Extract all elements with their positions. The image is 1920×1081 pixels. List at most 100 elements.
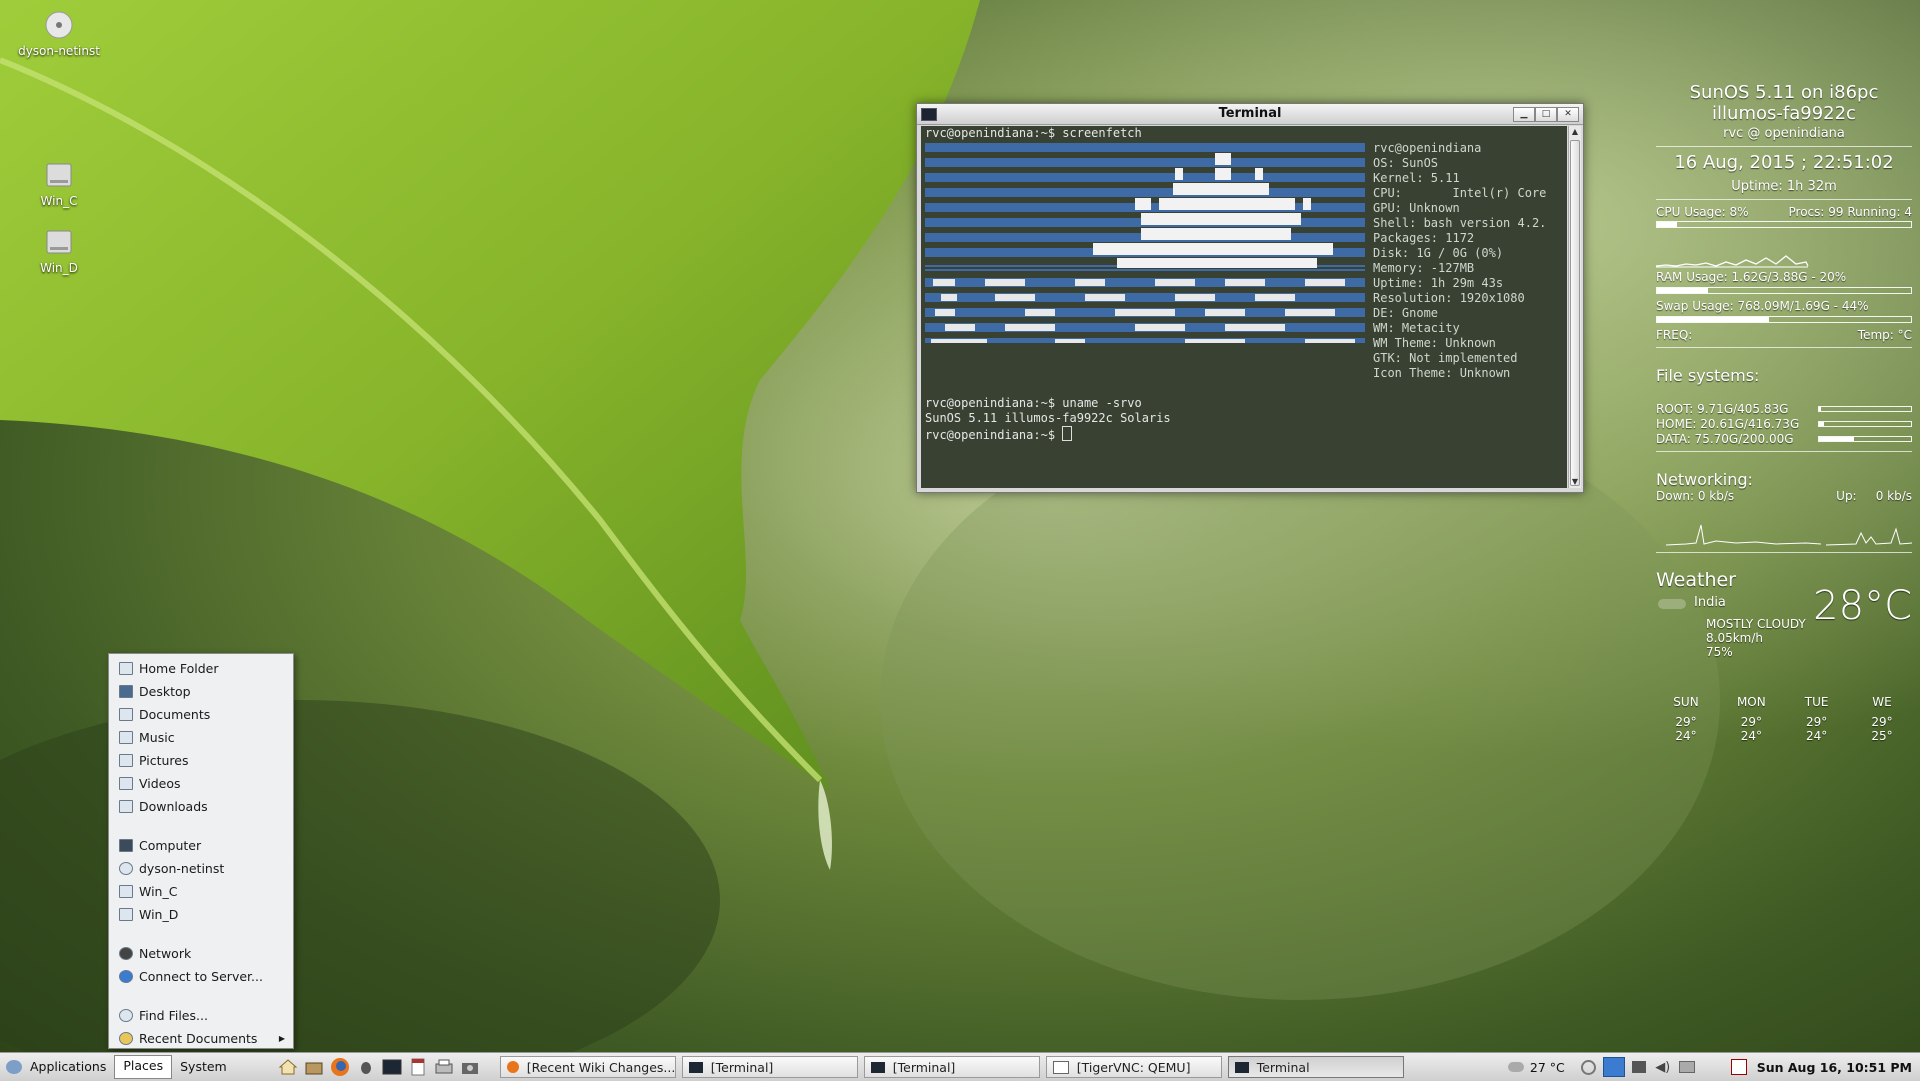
- tray-vnc-icon[interactable]: [1629, 1058, 1649, 1076]
- divider: [1656, 146, 1912, 147]
- terminal-launcher[interactable]: [379, 1056, 405, 1078]
- screenshot-launcher[interactable]: [457, 1056, 483, 1078]
- task-terminal-active[interactable]: Terminal: [1227, 1056, 1404, 1078]
- places-desktop[interactable]: Desktop: [113, 681, 289, 701]
- drive-icon: [46, 163, 72, 187]
- terminal-line: rvc@openindiana:~$ screenfetch: [925, 126, 1142, 140]
- scroll-down-icon[interactable]: ▼: [1569, 476, 1581, 488]
- forecast-low: 25°: [1871, 729, 1893, 743]
- task-tigervnc-qemu[interactable]: [TigerVNC: QEMU]: [1045, 1056, 1222, 1078]
- tray-network-icon[interactable]: [1602, 1057, 1625, 1077]
- folder-icon: [119, 799, 133, 813]
- fs-label: ROOT: 9.71G/405.83G: [1656, 401, 1789, 416]
- places-menu-button[interactable]: Places: [114, 1055, 173, 1079]
- menu-item-label: Find Files...: [139, 1007, 208, 1023]
- tray-search-icon[interactable]: [1579, 1058, 1599, 1076]
- package-launcher[interactable]: [301, 1056, 327, 1078]
- fs-bar-fill: [1819, 436, 1854, 441]
- places-music[interactable]: Music: [113, 727, 289, 747]
- system-menu[interactable]: System: [172, 1056, 235, 1078]
- tray-calendar-icon[interactable]: [1729, 1058, 1749, 1076]
- firefox-icon: [330, 1058, 349, 1076]
- places-recent-documents[interactable]: Recent Documents ▶: [113, 1028, 289, 1048]
- cd-icon: [119, 861, 133, 875]
- places-network[interactable]: Network: [113, 943, 289, 963]
- terminal-titlebar[interactable]: Terminal ▁ □ ✕: [917, 104, 1583, 125]
- task-label: [Terminal]: [710, 1059, 774, 1075]
- cpu-usage: CPU Usage: 8%: [1656, 205, 1749, 219]
- screenfetch-line: Shell: bash version 4.2.: [1373, 216, 1547, 230]
- places-home-folder[interactable]: Home Folder: [113, 658, 289, 678]
- minimize-button[interactable]: ▁: [1513, 107, 1535, 122]
- home-launcher[interactable]: [275, 1056, 301, 1078]
- desktop-icon-win-d[interactable]: Win_D: [14, 227, 104, 275]
- terminal-output[interactable]: rvc@openindiana:~$ screenfetch rvc@openi…: [921, 126, 1567, 488]
- terminal-scrollbar[interactable]: ▲ ▼: [1568, 126, 1581, 488]
- desktop-icon-win-c[interactable]: Win_C: [14, 160, 104, 208]
- submenu-arrow-icon: ▶: [278, 1033, 285, 1043]
- places-pictures[interactable]: Pictures: [113, 750, 289, 770]
- places-documents[interactable]: Documents: [113, 704, 289, 724]
- editor-launcher[interactable]: [405, 1056, 431, 1078]
- forecast-day-name: WE: [1872, 695, 1892, 709]
- forecast-day-name: MON: [1736, 695, 1766, 709]
- text-cursor: [1062, 426, 1073, 441]
- printer-launcher[interactable]: [431, 1056, 457, 1078]
- fs-row-root: ROOT: 9.71G/405.83G: [1656, 401, 1912, 416]
- terminal-window[interactable]: Terminal ▁ □ ✕ rvc@openindiana:~$ screen…: [916, 103, 1584, 493]
- net-row: Down: 0 kb/s Up: 0 kb/s: [1656, 489, 1912, 503]
- terminal-line: SunOS 5.11 illumos-fa9922c Solaris: [925, 411, 1171, 425]
- net-up-label: Up:: [1836, 489, 1857, 503]
- places-win-c[interactable]: Win_C: [113, 881, 289, 901]
- task-label: [Terminal]: [892, 1059, 956, 1075]
- applications-menu[interactable]: Applications: [22, 1056, 114, 1078]
- terminal-icon: [382, 1059, 402, 1075]
- gnome-foot-icon: [6, 1060, 22, 1074]
- screenfetch-line: Uptime: 1h 29m 43s: [1373, 276, 1504, 290]
- conky-monitor: SunOS 5.11 on i86pc illumos-fa9922c rvc …: [1656, 82, 1912, 743]
- fs-label: DATA: 75.70G/200.00G: [1656, 431, 1794, 446]
- forecast-day-name: TUE: [1804, 695, 1829, 709]
- ram-usage: RAM Usage: 1.62G/3.88G - 20%: [1656, 270, 1847, 284]
- screenfetch-line: GTK: Not implemented: [1373, 351, 1518, 365]
- menu-item-label: Videos: [139, 775, 181, 791]
- task-terminal-1[interactable]: [Terminal]: [681, 1056, 858, 1078]
- maximize-button[interactable]: □: [1535, 107, 1557, 122]
- forecast: SUN 29° 24° MON 29° 24° TUE 29° 24° WE 29° 25°: [1656, 695, 1912, 743]
- places-downloads[interactable]: Downloads: [113, 796, 289, 816]
- places-win-d[interactable]: Win_D: [113, 904, 289, 924]
- firefox-launcher[interactable]: [327, 1056, 353, 1078]
- net-header: Networking:: [1656, 470, 1753, 489]
- forecast-high: 29°: [1675, 715, 1697, 729]
- task-terminal-2[interactable]: [Terminal]: [863, 1056, 1040, 1078]
- tray-weather[interactable]: 27 °C: [1530, 1060, 1565, 1075]
- forecast-low: 24°: [1806, 729, 1828, 743]
- places-videos[interactable]: Videos: [113, 773, 289, 793]
- scrollbar-thumb[interactable]: [1570, 140, 1580, 486]
- drive-icon: [46, 230, 72, 254]
- network-icon: [119, 946, 133, 960]
- places-dyson-netinst[interactable]: dyson-netinst: [113, 858, 289, 878]
- menu-item-label: Recent Documents: [139, 1030, 258, 1046]
- tray-clock[interactable]: Sun Aug 16, 10:51 PM: [1757, 1060, 1912, 1075]
- fs-header: File systems:: [1656, 366, 1760, 385]
- close-button[interactable]: ✕: [1557, 107, 1579, 122]
- menu-item-label: Home Folder: [139, 660, 219, 676]
- places-computer[interactable]: Computer: [113, 835, 289, 855]
- desktop-icon-label: Win_C: [40, 194, 78, 208]
- menu-item-label: Computer: [139, 837, 202, 853]
- places-connect-to-server[interactable]: Connect to Server...: [113, 966, 289, 986]
- fs-row-home: HOME: 20.61G/416.73G: [1656, 416, 1912, 431]
- search-icon: [119, 1008, 133, 1022]
- desktop-icon-dyson-netinst[interactable]: dyson-netinst: [14, 10, 104, 58]
- forecast-day: MON 29° 24°: [1721, 695, 1781, 743]
- task-recent-wiki-changes[interactable]: [Recent Wiki Changes...: [499, 1056, 676, 1078]
- conky-os: SunOS 5.11 on i86pc: [1689, 82, 1879, 103]
- tray-volume-icon[interactable]: ◀): [1653, 1058, 1673, 1076]
- scroll-up-icon[interactable]: ▲: [1569, 126, 1581, 138]
- bug-launcher[interactable]: [353, 1056, 379, 1078]
- places-find-files[interactable]: Find Files...: [113, 1005, 289, 1025]
- fs-bar-fill: [1819, 406, 1821, 411]
- tray-printer-icon[interactable]: [1677, 1058, 1697, 1076]
- package-icon: [305, 1062, 323, 1075]
